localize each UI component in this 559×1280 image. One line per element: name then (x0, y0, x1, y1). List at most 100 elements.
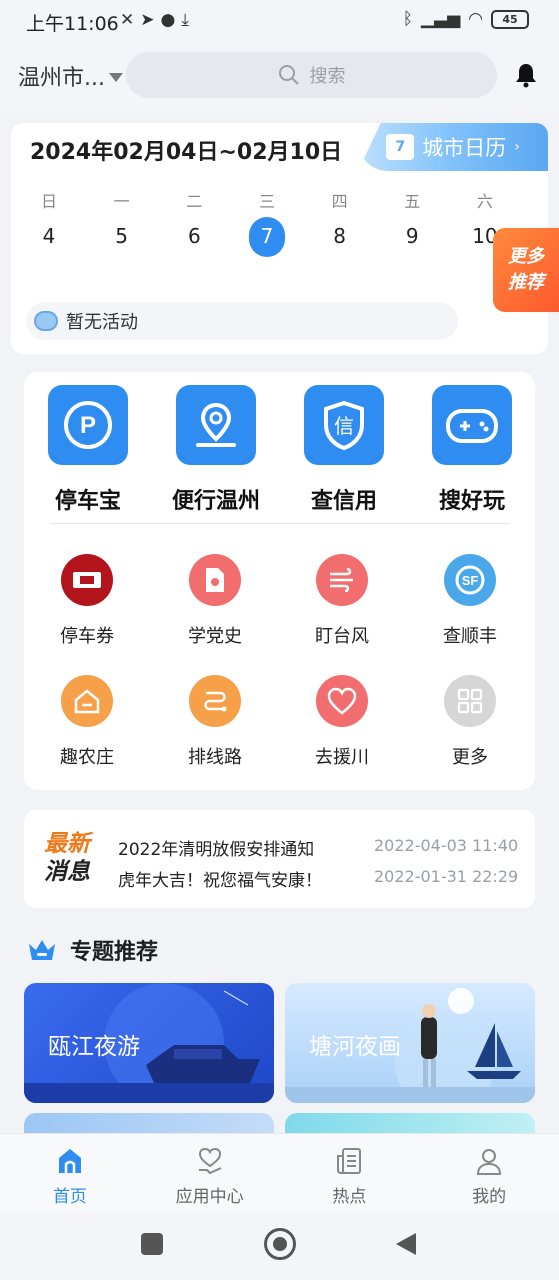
news-badge-line2: 消息 (44, 859, 90, 885)
search-icon (278, 65, 299, 85)
calendar-day[interactable]: 8 (317, 216, 363, 256)
bell-icon[interactable] (514, 62, 538, 88)
wifi-icon: ◠ (468, 9, 483, 29)
app-label: 更多 (452, 747, 488, 768)
notification-icons: ✕➤●⤓ (120, 10, 195, 30)
user-icon (477, 1149, 502, 1175)
latest-news-badge: 最新 消息 (44, 830, 106, 886)
weekday-row: 日 一 二 三 四 五 六 (26, 188, 508, 212)
nav-mine[interactable]: 我的 (419, 1134, 559, 1213)
topic-header: 专题推荐 (26, 934, 158, 966)
svg-text:SF: SF (462, 573, 479, 588)
activity-icon (34, 311, 58, 331)
app-travel-wenzhou[interactable]: 便行温州 (156, 385, 276, 515)
heart-hand-icon (198, 1147, 222, 1175)
weekday-label: 一 (113, 192, 130, 211)
app-sf-express[interactable]: SF 查顺丰 (420, 554, 520, 648)
app-label: 学党史 (188, 626, 242, 647)
app-parking[interactable]: P 停车宝 (28, 385, 148, 515)
calendar-day-today[interactable]: 7 (244, 216, 290, 256)
news-item-date: 2022-01-31 22:29 (374, 867, 519, 886)
app-farm[interactable]: 趣农庄 (37, 675, 137, 769)
farm-house-icon (61, 675, 113, 727)
app-label: 搜好玩 (438, 489, 505, 514)
calendar-icon: 7 (386, 134, 415, 160)
back-button[interactable] (394, 1231, 418, 1257)
app-label: 去援川 (315, 747, 369, 768)
topic-card-ou-river[interactable]: 瓯江夜游 (24, 983, 274, 1103)
more-recommend-line1: 更多 (508, 246, 544, 267)
home-icon (58, 1149, 81, 1173)
app-label: 停车券 (60, 626, 114, 647)
route-icon (189, 675, 241, 727)
calendar-day[interactable]: 4 (26, 216, 72, 256)
parking-icon: P (48, 385, 128, 465)
topic-title: 瓯江夜游 (48, 1034, 140, 1060)
bottom-navigation: 首页 应用中心 热点 我的 (0, 1133, 559, 1213)
more-recommend-line2: 推荐 (508, 272, 544, 293)
app-credit[interactable]: 信 查信用 (284, 385, 404, 515)
caret-down-icon (108, 72, 123, 82)
app-route[interactable]: 排线路 (165, 675, 265, 769)
system-status-icons: ᛒ ▁▃▅ ◠ 45 (403, 9, 529, 29)
weekday-label: 六 (476, 192, 493, 211)
news-item-title[interactable]: 虎年大吉！祝您福气安康！ (118, 866, 322, 891)
nav-hot[interactable]: 热点 (280, 1134, 420, 1213)
city-selector[interactable]: 温州市... (18, 60, 123, 92)
weekday-label: 三 (258, 192, 275, 211)
signal-icon: ▁▃▅ (420, 9, 461, 29)
more-recommend-button[interactable]: 更多 推荐 (493, 228, 559, 312)
chat-icon: ● (160, 10, 182, 30)
news-item-title[interactable]: 2022年清明放假安排通知 (118, 835, 314, 860)
app-party-history[interactable]: 学党史 (165, 554, 265, 648)
nav-home[interactable]: 首页 (0, 1134, 140, 1213)
battery-icon: 45 (491, 9, 529, 29)
no-activity-label: 暂无活动 (66, 312, 138, 333)
nav-label: 热点 (332, 1187, 367, 1207)
weekday-label: 四 (331, 192, 348, 211)
no-activity-bar: 暂无活动 (26, 302, 458, 340)
parking-ticket-icon (61, 554, 113, 606)
app-label: 查信用 (310, 489, 377, 514)
app-typhoon[interactable]: 盯台风 (292, 554, 392, 648)
calendar-date-range: 2024年02月04日~02月10日 (30, 140, 343, 165)
calendar-day[interactable]: 5 (99, 216, 145, 256)
news-badge-line1: 最新 (44, 831, 90, 857)
weekday-label: 日 (40, 192, 57, 211)
nav-app-center[interactable]: 应用中心 (140, 1134, 280, 1213)
app-label: 查顺丰 (443, 626, 497, 647)
news-item-date: 2022-04-03 11:40 (374, 836, 519, 855)
topic-card-tang-river[interactable]: 塘河夜画 (285, 983, 535, 1103)
topic-card-partial[interactable] (24, 1113, 274, 1133)
app-fun[interactable]: 搜好玩 (412, 385, 532, 515)
home-button-dot (273, 1237, 287, 1251)
recent-apps-button[interactable] (141, 1233, 163, 1255)
svg-text:信: 信 (334, 414, 354, 438)
day-row: 4 5 6 7 8 9 10 (26, 216, 508, 256)
search-bar[interactable]: 搜索 (126, 52, 497, 98)
weekday-label: 二 (186, 192, 203, 211)
home-button[interactable] (264, 1228, 296, 1260)
mute-alarm-icon: ✕ (120, 10, 141, 30)
city-name: 温州市... (18, 66, 105, 91)
nav-label: 应用中心 (175, 1187, 244, 1207)
nav-label: 首页 (52, 1187, 87, 1207)
app-label: 停车宝 (54, 489, 121, 514)
grid-more-icon (444, 675, 496, 727)
search-placeholder: 搜索 (309, 66, 346, 87)
nav-label: 我的 (472, 1187, 507, 1207)
calendar-day[interactable]: 9 (389, 216, 435, 256)
location-map-icon (176, 385, 256, 465)
app-more[interactable]: 更多 (420, 675, 520, 769)
app-parking-coupon[interactable]: 停车券 (37, 554, 137, 648)
divider (50, 523, 510, 524)
weekday-label: 五 (404, 192, 421, 211)
topic-title: 塘河夜画 (309, 1034, 401, 1060)
app-aid-sichuan[interactable]: 去援川 (292, 675, 392, 769)
calendar-day[interactable]: 6 (171, 216, 217, 256)
typhoon-icon (316, 554, 368, 606)
topic-card-partial[interactable] (285, 1113, 535, 1133)
city-calendar-button[interactable]: 7 城市日历 › (358, 123, 548, 171)
city-calendar-label: 城市日历 (422, 136, 507, 160)
gamepad-icon (432, 385, 512, 465)
